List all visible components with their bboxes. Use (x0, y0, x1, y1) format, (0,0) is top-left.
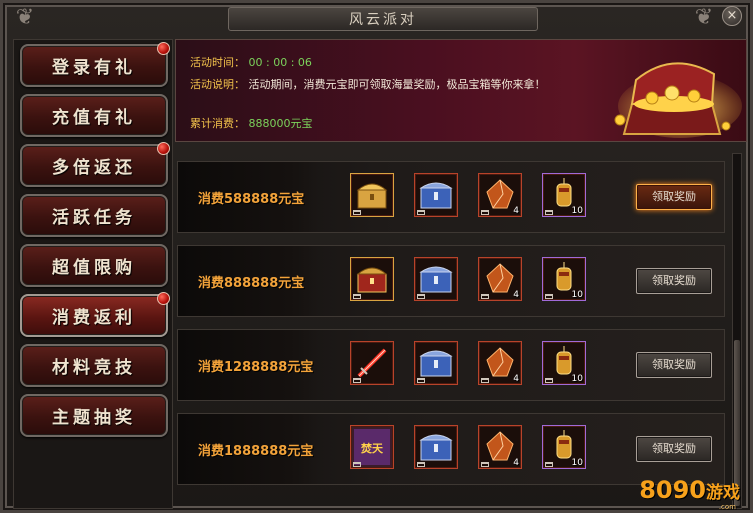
spend-threshold: 消费588888元宝 (198, 192, 305, 207)
reward-slot[interactable] (350, 257, 394, 301)
item-quantity: 10 (571, 458, 583, 468)
watermark-domain: .com (718, 503, 736, 511)
reward-slot[interactable]: 4 (478, 257, 522, 301)
bind-lock-icon (353, 294, 361, 299)
notification-dot-icon (157, 42, 170, 55)
bind-lock-icon (545, 294, 553, 299)
event-desc-row: 活动说明： 活动期间，消费元宝即可领取海量奖励，极品宝箱等你来拿！ (190, 76, 546, 92)
sidebar-item-login-gift[interactable]: 登录有礼 (20, 42, 170, 87)
bind-lock-icon (353, 462, 361, 467)
item-quantity: 10 (571, 374, 583, 384)
sidebar-item-label: 消费返利 (52, 308, 136, 328)
event-time-row: 活动时间： 00 : 00 : 06 (190, 54, 312, 70)
window-title-bar: 风云派对 (228, 7, 538, 31)
title-badge-text: 焚天 (360, 441, 384, 455)
reward-slot[interactable]: 4 (478, 425, 522, 469)
spend-threshold: 消费1288888元宝 (198, 360, 314, 375)
sidebar-item-multi-return[interactable]: 多倍返还 (20, 142, 170, 187)
reward-row: 消费588888元宝 4 10 领取奖励 (177, 161, 725, 233)
sidebar-item-label: 主题抽奖 (52, 408, 136, 428)
watermark-suffix: 游戏 (706, 483, 740, 503)
total-spend-label: 累计消费： (190, 117, 245, 130)
treasure-chest-icon (614, 62, 742, 138)
bind-lock-icon (481, 294, 489, 299)
reward-slot[interactable] (414, 425, 458, 469)
item-quantity: 4 (513, 374, 519, 384)
window-title: 风云派对 (349, 12, 417, 28)
sidebar-item-label: 活跃任务 (52, 208, 136, 228)
sidebar-item-theme-lottery[interactable]: 主题抽奖 (20, 394, 168, 437)
sidebar-item-spend-rebate[interactable]: 消费返利 (20, 292, 170, 337)
reward-slot[interactable]: 焚天 (350, 425, 394, 469)
sidebar-item-active-tasks[interactable]: 活跃任务 (20, 194, 168, 237)
watermark-main: 8090 (639, 476, 706, 504)
claim-reward-button[interactable]: 领取奖励 (636, 352, 712, 378)
spend-threshold: 消费1888888元宝 (198, 444, 314, 459)
reward-slot[interactable] (414, 341, 458, 385)
bind-lock-icon (417, 462, 425, 467)
item-quantity: 4 (513, 458, 519, 468)
reward-slot[interactable] (414, 173, 458, 217)
reward-slot[interactable] (350, 341, 394, 385)
reward-slot[interactable]: 10 (542, 425, 586, 469)
scrollbar[interactable] (732, 153, 742, 509)
sidebar-item-label: 超值限购 (52, 258, 136, 278)
event-banner: 活动时间： 00 : 00 : 06 活动说明： 活动期间，消费元宝即可领取海量… (175, 39, 747, 142)
reward-slot[interactable]: 4 (478, 173, 522, 217)
sidebar-item-value-limited[interactable]: 超值限购 (20, 244, 168, 287)
claim-reward-button[interactable]: 领取奖励 (636, 268, 712, 294)
reward-row: 消费888888元宝 4 10 领取奖励 (177, 245, 725, 317)
reward-slot[interactable]: 10 (542, 341, 586, 385)
spend-threshold: 消费888888元宝 (198, 276, 305, 291)
event-time-value: 00 : 00 : 06 (248, 56, 312, 69)
bind-lock-icon (353, 210, 361, 215)
sidebar-item-recharge-gift[interactable]: 充值有礼 (20, 94, 168, 137)
sidebar-item-label: 多倍返还 (52, 158, 136, 178)
bind-lock-icon (417, 210, 425, 215)
reward-slot[interactable]: 10 (542, 173, 586, 217)
bind-lock-icon (545, 210, 553, 215)
sidebar-item-material-contest[interactable]: 材料竞技 (20, 344, 168, 387)
reward-list: 消费588888元宝 4 10 领取奖励 消费888888元宝 4 10 领取奖… (175, 153, 727, 509)
site-watermark-logo: 8090游戏 .com (639, 476, 740, 511)
sidebar-item-label: 材料竞技 (52, 358, 136, 378)
bind-lock-icon (481, 378, 489, 383)
event-time-label: 活动时间： (190, 56, 245, 69)
reward-slot[interactable] (414, 257, 458, 301)
close-button[interactable]: × (722, 6, 742, 26)
reward-slot[interactable] (350, 173, 394, 217)
claim-reward-button[interactable]: 领取奖励 (636, 436, 712, 462)
total-spend-value: 888000元宝 (248, 117, 313, 130)
claim-reward-button[interactable]: 领取奖励 (636, 184, 712, 210)
sidebar: 登录有礼 充值有礼 多倍返还 活跃任务 超值限购 消费返利 材料竞技 主题抽奖 (13, 39, 173, 509)
sidebar-item-label: 充值有礼 (52, 108, 136, 128)
reward-row: 消费1888888元宝 焚天 4 10 领取奖励 (177, 413, 725, 485)
sidebar-item-label: 登录有礼 (52, 58, 136, 78)
bind-lock-icon (545, 462, 553, 467)
reward-slot[interactable]: 10 (542, 257, 586, 301)
notification-dot-icon (157, 292, 170, 305)
event-window: ❦ ❦ 风云派对 × 登录有礼 充值有礼 多倍返还 活跃任务 超值限购 消费返利… (0, 0, 753, 513)
corner-ornament-left-icon: ❦ (15, 5, 35, 30)
item-quantity: 4 (513, 290, 519, 300)
total-spend-row: 累计消费： 888000元宝 (190, 115, 313, 131)
corner-ornament-right-icon: ❦ (694, 5, 714, 30)
item-quantity: 4 (513, 206, 519, 216)
bind-lock-icon (545, 378, 553, 383)
bind-lock-icon (353, 378, 361, 383)
bind-lock-icon (481, 462, 489, 467)
event-desc-value: 活动期间，消费元宝即可领取海量奖励，极品宝箱等你来拿！ (248, 78, 546, 91)
reward-row: 消费1288888元宝 4 10 领取奖励 (177, 329, 725, 401)
bind-lock-icon (481, 210, 489, 215)
reward-slot[interactable]: 4 (478, 341, 522, 385)
item-quantity: 10 (571, 290, 583, 300)
bind-lock-icon (417, 378, 425, 383)
notification-dot-icon (157, 142, 170, 155)
event-desc-label: 活动说明： (190, 78, 245, 91)
item-quantity: 10 (571, 206, 583, 216)
bind-lock-icon (417, 294, 425, 299)
